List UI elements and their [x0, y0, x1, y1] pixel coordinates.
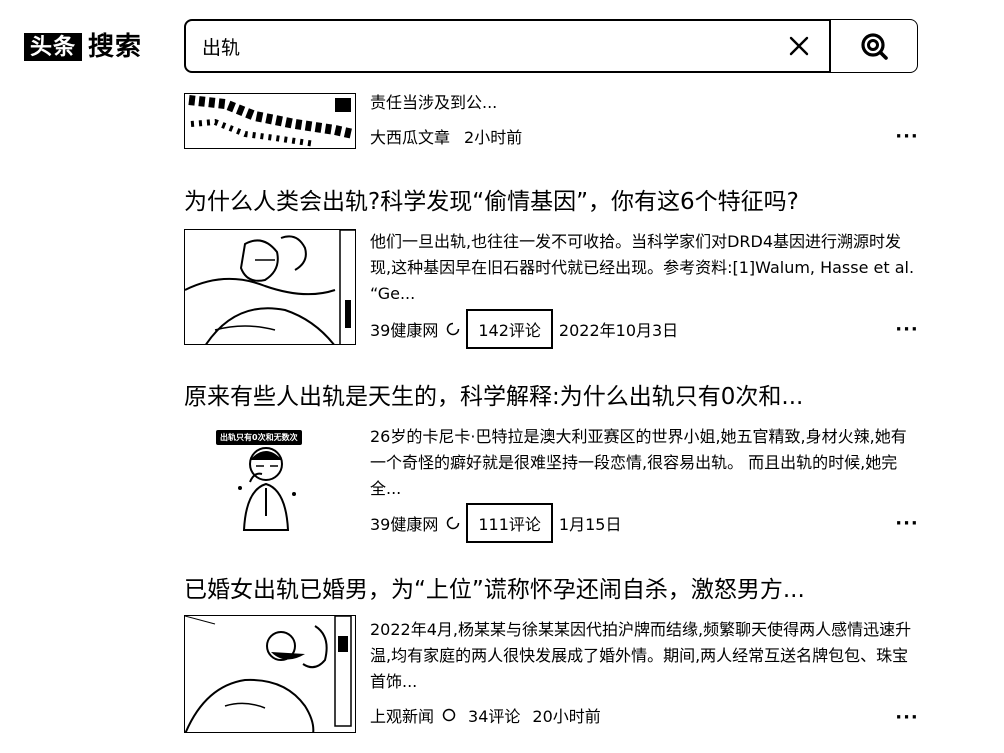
result-snippet: 26岁的卡尼卡·巴特拉是澳大利亚赛区的世界小姐,她五官精致,身材火辣,她有一个奇…	[370, 427, 907, 498]
result-time: 1月15日	[558, 515, 622, 534]
result-snippet: 2022年4月,杨某某与徐某某因代拍沪牌而结缘,频繁聊天使得两人感情迅速升温,均…	[370, 620, 912, 691]
result-source[interactable]: 39健康网	[370, 511, 438, 535]
more-options-button[interactable]: ···	[895, 513, 919, 534]
comment-count[interactable]: 142评论	[466, 309, 553, 349]
result-source[interactable]: 大西瓜文章	[370, 124, 450, 148]
result-thumbnail[interactable]	[184, 615, 356, 733]
clear-button[interactable]	[769, 21, 829, 71]
thumbnail-image	[238, 447, 296, 531]
result-meta: 上观新闻 34评论 20小时前	[370, 700, 918, 730]
logo-text: 搜索	[88, 32, 143, 62]
search-button[interactable]	[829, 20, 917, 72]
more-options-button[interactable]: ···	[895, 707, 919, 728]
result-time: 20小时前	[532, 707, 601, 726]
comment-icon	[447, 322, 460, 336]
result-thumbnail[interactable]: 出轨只有0次和无数次	[184, 424, 356, 540]
more-options-button[interactable]: ···	[895, 126, 919, 147]
result-item[interactable]: 已婚女出轨已婚男，为“上位”谎称怀孕还闹自杀，激怒男方... 2022年4月,杨…	[184, 575, 919, 753]
comment-count[interactable]: 34评论	[462, 699, 526, 731]
result-meta: 大西瓜文章 2小时前	[370, 121, 918, 151]
more-options-button[interactable]: ···	[895, 319, 919, 340]
search-icon	[861, 33, 888, 60]
result-item[interactable]: 责任当涉及到公... 大西瓜文章 2小时前 ···	[184, 80, 919, 160]
thumbnail-image	[185, 616, 352, 732]
result-item[interactable]: 原来有些人出轨是天生的，科学解释:为什么出轨只有0次和... 出轨只有0次和无数…	[184, 382, 919, 552]
result-title[interactable]: 已婚女出轨已婚男，为“上位”谎称怀孕还闹自杀，激怒男方...	[184, 575, 919, 605]
logo[interactable]: 头条 搜索	[24, 30, 142, 64]
result-title[interactable]: 为什么人类会出轨?科学发现“偷情基因”，你有这6个特征吗?	[184, 187, 919, 217]
result-snippet: 他们一旦出轨,也往往一发不可收拾。当科学家们对DRD4基因进行溯源时发现,这种基…	[370, 232, 915, 303]
result-source[interactable]: 39健康网	[370, 317, 438, 341]
result-thumbnail[interactable]	[184, 229, 356, 345]
result-meta: 39健康网 142评论 2022年10月3日	[370, 309, 918, 349]
result-time: 2022年10月3日	[558, 321, 679, 340]
result-title[interactable]: 原来有些人出轨是天生的，科学解释:为什么出轨只有0次和...	[184, 382, 919, 412]
logo-box: 头条	[24, 33, 83, 61]
result-thumbnail[interactable]	[184, 93, 356, 149]
result-meta: 39健康网 111评论 1月15日	[370, 503, 918, 543]
search-bar	[184, 19, 918, 73]
result-source[interactable]: 上观新闻	[370, 703, 434, 727]
comment-icon	[447, 516, 460, 530]
result-time: 2小时前	[464, 128, 523, 147]
thumbnail-image	[188, 95, 355, 147]
comment-count[interactable]: 111评论	[466, 503, 553, 543]
close-icon	[789, 36, 809, 56]
search-input[interactable]	[186, 21, 769, 71]
comment-icon	[442, 708, 456, 722]
result-item[interactable]: 为什么人类会出轨?科学发现“偷情基因”，你有这6个特征吗? 他们一旦出轨,也往往…	[184, 187, 919, 349]
thumbnail-image	[185, 230, 355, 344]
result-snippet: 责任当涉及到公...	[370, 93, 498, 112]
